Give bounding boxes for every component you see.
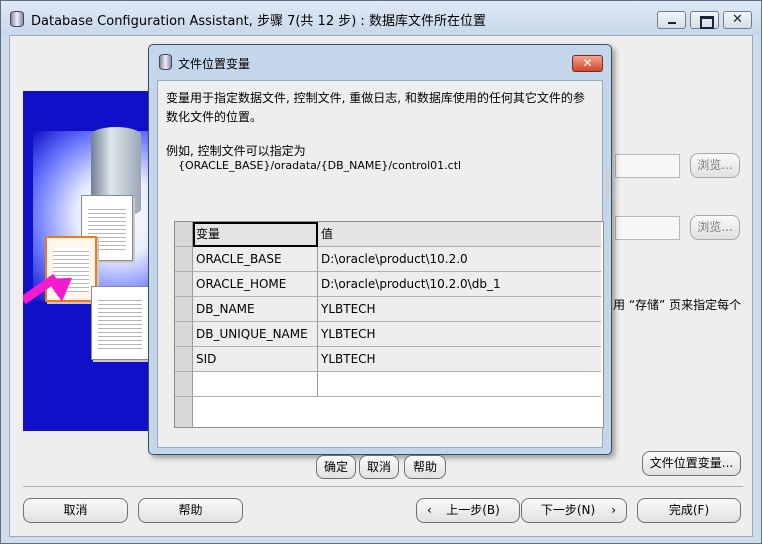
scroll-indicator (606, 171, 610, 197)
table-row-empty[interactable] (175, 372, 603, 397)
file-location-variables-button[interactable]: 文件位置变量... (642, 451, 741, 476)
close-icon: ✕ (582, 56, 593, 70)
browse-button-2[interactable]: 浏览... (690, 215, 740, 240)
example-label: 例如, 控制文件可以指定为 (166, 144, 306, 158)
help-button[interactable]: 帮助 (138, 498, 243, 523)
value-cell[interactable]: YLBTECH (318, 297, 601, 322)
table-row[interactable]: SID YLBTECH (175, 347, 603, 372)
value-cell[interactable]: YLBTECH (318, 347, 601, 372)
browse-button-1[interactable]: 浏览... (690, 153, 740, 178)
table-row[interactable]: DB_NAME YLBTECH (175, 297, 603, 322)
back-button[interactable]: ‹ 上一步(B) (416, 498, 520, 523)
example-path: {ORACLE_BASE}/oradata/{DB_NAME}/control0… (178, 159, 462, 172)
cancel-button[interactable]: 取消 (23, 498, 128, 523)
value-cell[interactable]: D:\oracle\product\10.2.0 (318, 247, 601, 272)
variable-cell[interactable]: DB_NAME (193, 297, 318, 322)
dialog-title: 文件位置变量 (178, 57, 251, 71)
row-header-cell[interactable] (175, 297, 193, 322)
minimize-icon (658, 12, 685, 28)
main-window-title: Database Configuration Assistant, 步骤 7(共… (31, 14, 486, 29)
dialog-title-bar[interactable]: 文件位置变量 ✕ (149, 45, 611, 79)
row-header-cell[interactable] (175, 247, 193, 272)
ok-button[interactable]: 确定 (316, 455, 356, 479)
row-header-filler (175, 397, 193, 427)
row-header-cell (175, 222, 193, 247)
row-header-cell[interactable] (175, 272, 193, 297)
back-button-label: 上一步(B) (446, 503, 500, 517)
value-cell[interactable]: YLBTECH (318, 322, 601, 347)
location-field-1[interactable] (615, 154, 680, 178)
dialog-close-button[interactable]: ✕ (572, 55, 603, 72)
variable-cell[interactable]: DB_UNIQUE_NAME (193, 322, 318, 347)
close-button[interactable]: ✕ (723, 11, 752, 29)
dialog-cancel-button[interactable]: 取消 (359, 455, 399, 479)
next-button[interactable]: 下一步(N) › (521, 498, 627, 523)
row-header-cell[interactable] (175, 372, 193, 397)
chevron-left-icon: ‹ (427, 503, 432, 517)
minimize-button[interactable] (657, 11, 686, 29)
value-cell[interactable]: D:\oracle\product\10.2.0\db_1 (318, 272, 601, 297)
database-app-icon (159, 54, 172, 70)
maximize-icon (691, 12, 718, 29)
maximize-button[interactable] (690, 11, 719, 29)
row-header-cell[interactable] (175, 347, 193, 372)
table-header-row: 变量 值 (175, 222, 603, 247)
storage-hint-text: 用 “存储” 页来指定每个 (613, 298, 742, 312)
finish-button[interactable]: 完成(F) (637, 498, 741, 523)
variables-table: 变量 值 ORACLE_BASE D:\oracle\product\10.2.… (174, 221, 604, 428)
variable-cell-empty[interactable] (193, 372, 318, 397)
variable-cell[interactable]: ORACLE_HOME (193, 272, 318, 297)
table-row[interactable]: ORACLE_BASE D:\oracle\product\10.2.0 (175, 247, 603, 272)
value-cell-empty[interactable] (318, 372, 601, 397)
dialog-help-button[interactable]: 帮助 (404, 455, 446, 479)
footer-separator (23, 486, 743, 487)
variable-cell[interactable]: ORACLE_BASE (193, 247, 318, 272)
main-title-bar[interactable]: Database Configuration Assistant, 步骤 7(共… (1, 1, 761, 35)
database-app-icon (10, 11, 24, 27)
table-row[interactable]: ORACLE_HOME D:\oracle\product\10.2.0\db_… (175, 272, 603, 297)
table-row[interactable]: DB_UNIQUE_NAME YLBTECH (175, 322, 603, 347)
location-field-2[interactable] (615, 216, 680, 240)
close-icon: ✕ (732, 12, 743, 27)
file-location-variables-dialog: 文件位置变量 ✕ 变量用于指定数据文件, 控制文件, 重做日志, 和数据库使用的… (148, 44, 612, 479)
header-variable[interactable]: 变量 (193, 222, 318, 247)
document-icon (91, 286, 149, 360)
next-button-label: 下一步(N) (540, 503, 596, 517)
dialog-description: 变量用于指定数据文件, 控制文件, 重做日志, 和数据库使用的任何其它文件的参数… (166, 91, 585, 124)
row-header-cell[interactable] (175, 322, 193, 347)
dialog-body: 变量用于指定数据文件, 控制文件, 重做日志, 和数据库使用的任何其它文件的参数… (157, 80, 610, 479)
header-value[interactable]: 值 (318, 222, 601, 247)
variable-cell[interactable]: SID (193, 347, 318, 372)
chevron-right-icon: › (611, 503, 616, 517)
